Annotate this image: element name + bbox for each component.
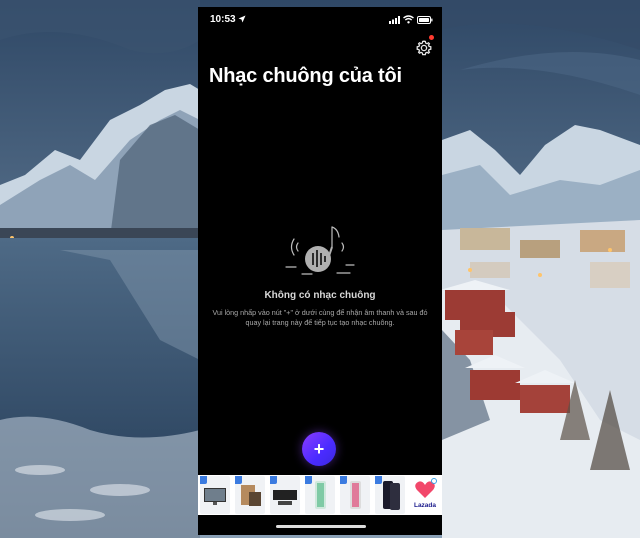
ad-tag-icon (200, 476, 207, 484)
ad-banner[interactable]: Lazada (198, 475, 442, 515)
notification-badge (429, 35, 434, 40)
music-note-icon (285, 226, 355, 275)
ad-tag-icon (235, 476, 242, 484)
battery-icon (417, 16, 433, 24)
add-ringtone-button[interactable]: + (302, 432, 336, 466)
settings-button[interactable] (415, 39, 433, 57)
lazada-brand-text: Lazada (413, 502, 437, 509)
home-indicator[interactable] (276, 525, 366, 528)
ad-tag-icon (305, 476, 312, 484)
ad-product-phone-1[interactable] (305, 476, 335, 514)
ad-product-tv[interactable] (200, 476, 230, 514)
cellular-signal-icon (389, 16, 400, 24)
ad-tag-icon (270, 476, 277, 484)
ad-tag-icon (340, 476, 347, 484)
empty-state-title: Không có nhạc chuông (264, 290, 376, 301)
status-time: 10:53 (210, 14, 236, 25)
wifi-icon (403, 15, 414, 24)
ad-tag-icon (375, 476, 382, 484)
status-bar: 10:53 (198, 7, 442, 33)
location-arrow-icon (238, 15, 246, 23)
ad-info-icon[interactable] (431, 478, 437, 484)
phone-screen: 10:53 Nhạc chuông của tôi Không có nhạc … (198, 7, 442, 535)
lazada-logo[interactable]: Lazada (410, 476, 440, 514)
gear-icon (416, 40, 432, 56)
ad-product-phone-3[interactable] (375, 476, 405, 514)
page-title: Nhạc chuông của tôi (209, 65, 402, 87)
ad-product-tv-box[interactable] (235, 476, 265, 514)
plus-icon: + (313, 439, 325, 459)
ad-product-soundbar[interactable] (270, 476, 300, 514)
ad-product-phone-2[interactable] (340, 476, 370, 514)
empty-state-description: Vui lòng nhấp vào nút "+" ở dưới cùng để… (212, 308, 428, 327)
